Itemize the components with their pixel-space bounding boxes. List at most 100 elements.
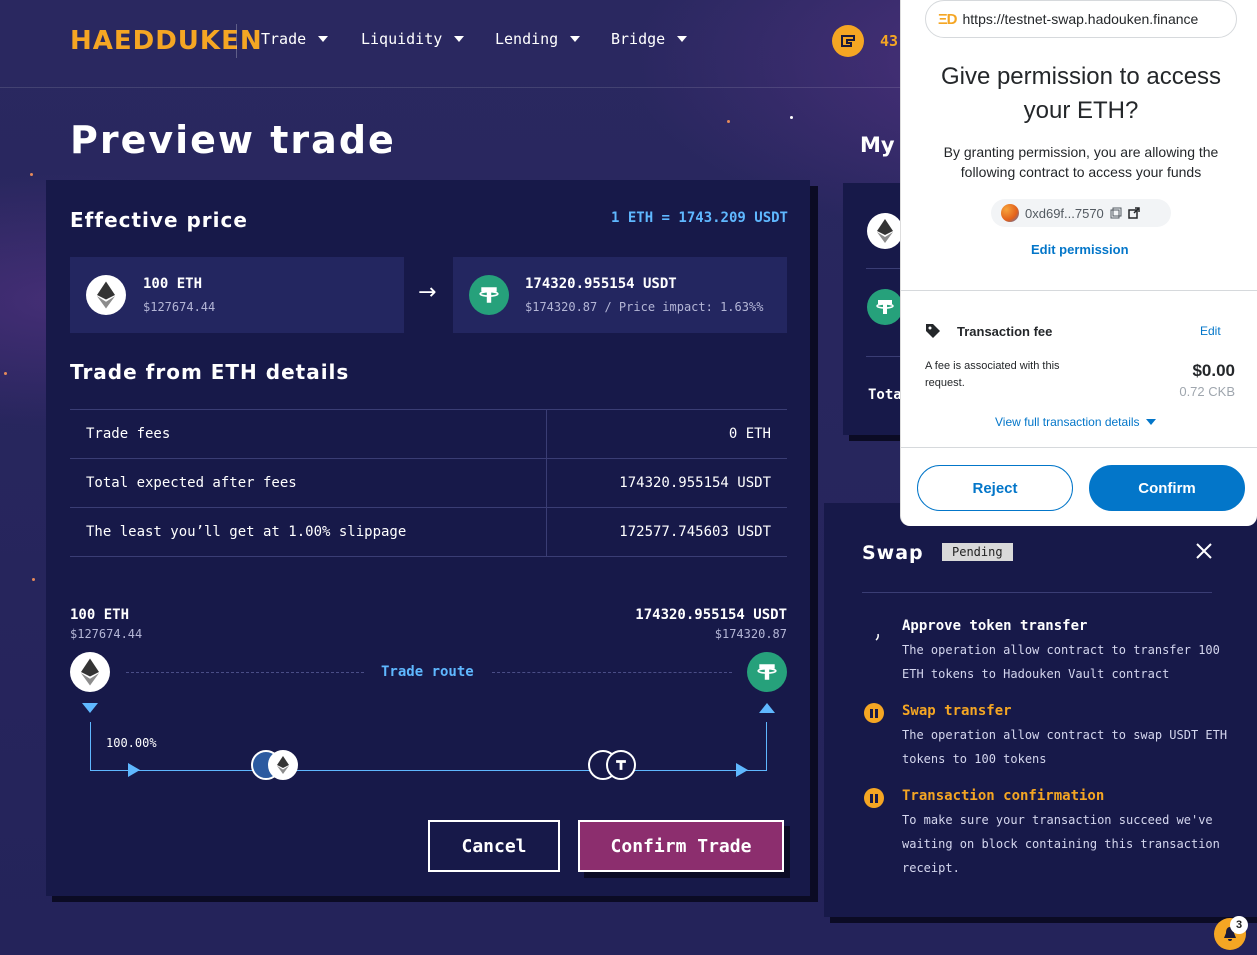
row-value: 0 ETH <box>728 426 771 442</box>
nav-lending[interactable]: Lending <box>495 30 581 48</box>
table-row: The least you’ll get at 1.00% slippage 1… <box>70 508 787 557</box>
route-from-amount: 100 ETH <box>70 607 130 623</box>
token-balance-icon[interactable] <box>832 25 864 57</box>
route-start-marker <box>82 703 98 713</box>
cancel-button[interactable]: Cancel <box>428 820 560 872</box>
fees-table: Trade fees 0 ETH Total expected after fe… <box>70 409 787 557</box>
confirm-button[interactable]: Confirm <box>1089 465 1245 511</box>
divider <box>866 356 903 357</box>
star-decoration <box>790 116 793 119</box>
step-title: Transaction confirmation <box>902 788 1105 804</box>
route-dotted-line <box>492 672 732 673</box>
nav-trade-label: Trade <box>261 30 307 48</box>
to-usd-impact: $174320.87 / Price impact: 1.63%% <box>525 300 764 314</box>
from-usd: $127674.44 <box>143 300 216 314</box>
row-label: The least you’ll get at 1.00% slippage <box>70 508 547 556</box>
chevron-down-icon <box>1145 419 1156 425</box>
nav-liquidity-label: Liquidity <box>361 30 443 48</box>
star-decoration <box>30 173 33 176</box>
row-value: 172577.745603 USDT <box>619 524 771 540</box>
view-details-label: View full transaction details <box>995 415 1140 429</box>
chevron-down-icon <box>454 36 465 42</box>
table-row: Total expected after fees 174320.955154 … <box>70 459 787 508</box>
copy-icon[interactable] <box>1110 207 1122 219</box>
chevron-down-icon <box>318 36 329 42</box>
swap-panel: Swap Pending Approve token transfer The … <box>824 503 1257 917</box>
side-total-label: Tota <box>868 387 902 403</box>
eth-icon <box>268 750 298 780</box>
nav-trade[interactable]: Trade <box>261 30 329 48</box>
to-amount: 174320.955154 USDT <box>525 276 677 292</box>
confirm-trade-button[interactable]: Confirm Trade <box>578 820 784 872</box>
divider <box>901 290 1257 291</box>
usdt-icon <box>867 289 903 325</box>
step-title: Swap transfer <box>902 703 1012 719</box>
details-title: Trade from ETH details <box>70 360 350 384</box>
brand-logo[interactable]: HAEDDUKEN <box>70 26 263 56</box>
reject-button[interactable]: Reject <box>917 465 1073 511</box>
row-label: Total expected after fees <box>70 459 547 507</box>
pause-icon <box>864 788 884 808</box>
route-arrow-icon <box>128 763 140 777</box>
from-token-box: 100 ETH $127674.44 <box>70 257 404 333</box>
pause-icon <box>864 703 884 723</box>
permission-description: By granting permission, you are allowing… <box>943 144 1219 180</box>
contract-address: 0xd69f...7570 <box>1025 205 1104 221</box>
step-description: The operation allow contract to swap USD… <box>902 728 1228 766</box>
contract-address-pill[interactable]: 0xd69f...7570 <box>991 199 1171 227</box>
star-decoration <box>32 578 35 581</box>
wallet-permission-popup: ΞD https://testnet-swap.hadouken.finance… <box>900 0 1257 526</box>
usdt-icon <box>747 652 787 692</box>
fee-edit-link[interactable]: Edit <box>1200 324 1221 338</box>
edit-permission-link[interactable]: Edit permission <box>1031 242 1129 257</box>
star-decoration <box>727 120 730 123</box>
usdt-icon <box>469 275 509 315</box>
route-line <box>90 770 767 771</box>
eth-icon <box>86 275 126 315</box>
nav-bridge-label: Bridge <box>611 30 666 48</box>
site-logo-icon: ΞD <box>938 10 957 28</box>
fee-usd: $0.00 <box>1192 361 1235 380</box>
divider <box>862 592 1212 593</box>
notification-count-badge: 3 <box>1230 916 1248 934</box>
chevron-down-icon <box>677 36 688 42</box>
nav-bridge[interactable]: Bridge <box>611 30 688 48</box>
nav-liquidity[interactable]: Liquidity <box>361 30 465 48</box>
effective-price-title: Effective price <box>70 208 248 232</box>
fee-description: A fee is associated with this request. <box>925 360 1060 389</box>
route-arrow-icon <box>736 763 748 777</box>
external-link-icon[interactable] <box>1128 207 1140 219</box>
row-value: 174320.955154 USDT <box>619 475 771 491</box>
table-row: Trade fees 0 ETH <box>70 410 787 459</box>
route-line <box>90 722 91 770</box>
exchange-rate: 1 ETH = 1743.209 USDT <box>610 210 788 226</box>
usdt-icon <box>606 750 636 780</box>
divider <box>901 447 1257 448</box>
view-details-link[interactable]: View full transaction details <box>995 415 1156 429</box>
route-end-marker <box>759 703 775 713</box>
permission-title: Give permission to access your ETH? <box>940 63 1222 124</box>
from-amount: 100 ETH <box>143 276 203 292</box>
nav-lending-label: Lending <box>495 30 559 48</box>
to-token-box: 174320.955154 USDT $174320.87 / Price im… <box>453 257 787 333</box>
trade-route-label: Trade route <box>381 664 474 680</box>
star-decoration <box>4 372 7 375</box>
arrow-right-icon: → <box>418 280 437 305</box>
token-balance[interactable]: 43 <box>880 32 898 50</box>
account-avatar-icon <box>1001 204 1019 222</box>
page-title: Preview trade <box>70 118 396 162</box>
chevron-down-icon <box>570 36 581 42</box>
route-from-usd: $127674.44 <box>70 627 143 641</box>
eth-icon <box>70 652 110 692</box>
route-to-usd: $174320.87 <box>714 627 787 641</box>
row-label: Trade fees <box>70 410 547 458</box>
site-url: https://testnet-swap.hadouken.finance <box>962 11 1199 27</box>
loading-spinner-icon <box>875 633 879 641</box>
route-line <box>766 722 767 770</box>
nav-divider <box>236 24 237 58</box>
fee-title: Transaction fee <box>957 324 1053 339</box>
route-percent: 100.00% <box>106 736 157 750</box>
route-to-amount: 174320.955154 USDT <box>635 607 787 623</box>
close-icon[interactable] <box>1192 539 1216 563</box>
fee-ckb: 0.72 CKB <box>1179 384 1235 399</box>
